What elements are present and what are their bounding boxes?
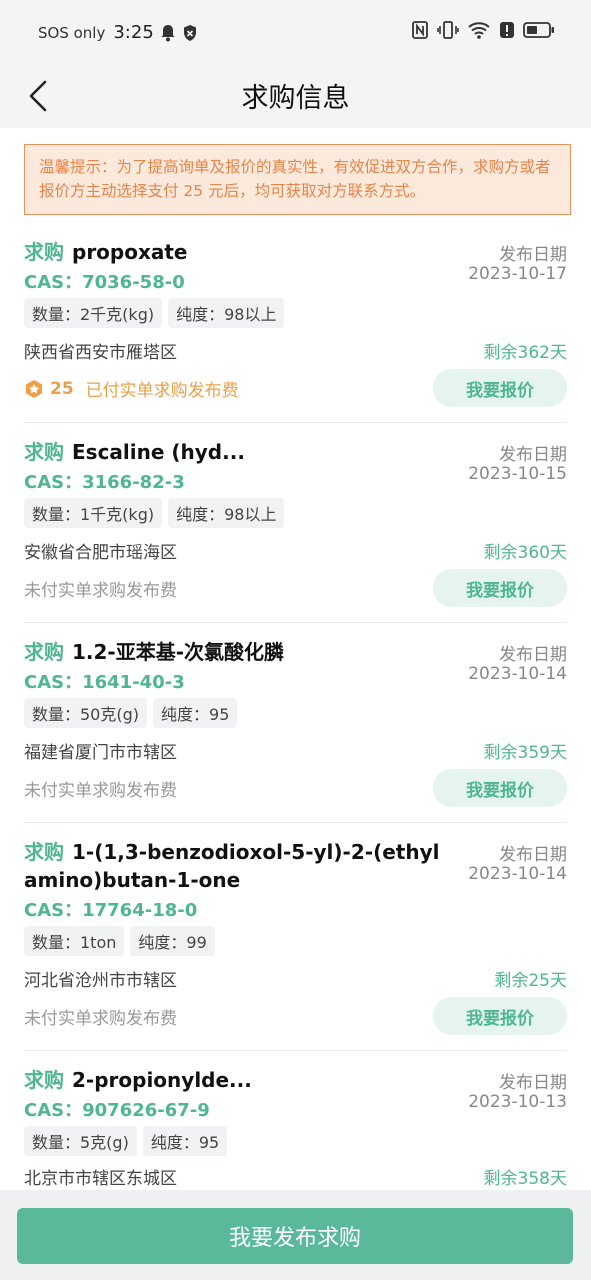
fee-status: 25 已付实单求购发布费 — [24, 376, 239, 401]
page-title: 求购信息 — [241, 83, 350, 114]
fee-status: 未付实单求购发布费 — [24, 1004, 177, 1029]
request-title: 求购 1.2-亚苯基-次氯酸化膦 — [24, 638, 444, 666]
purity-chip: 纯度：99 — [130, 926, 215, 956]
purity-chip: 纯度：98以上 — [168, 498, 285, 528]
request-card[interactable]: 求购 2-propionylde... 发布日期 2023-10-13 CAS：9… — [24, 1056, 567, 1190]
days-remaining: 剩余359天 — [483, 743, 567, 763]
request-card[interactable]: 求购 propoxate 发布日期 2023-10-17 CAS：7036-58-… — [24, 228, 567, 426]
request-tag: 求购 — [24, 240, 64, 264]
clock: 3:25 — [113, 22, 154, 43]
date-label: 发布日期 — [499, 645, 567, 665]
location: 安徽省合肥市瑶海区 — [24, 543, 177, 563]
date-label: 发布日期 — [499, 245, 567, 265]
quote-button[interactable]: 我要报价 — [433, 769, 567, 807]
alert-icon — [500, 22, 514, 38]
days-remaining: 剩余358天 — [483, 1169, 567, 1189]
shield-icon — [183, 24, 196, 41]
purity-chip: 纯度：95 — [142, 1126, 228, 1156]
publish-date: 2023-10-14 — [468, 864, 567, 884]
quantity-chip: 数量：2千克(kg) — [24, 298, 163, 328]
divider — [24, 622, 567, 623]
status-right — [411, 20, 555, 40]
request-tag: 求购 — [24, 440, 64, 464]
bell-icon — [161, 24, 175, 41]
request-card[interactable]: 求购 1.2-亚苯基-次氯酸化膦 发布日期 2023-10-14 CAS：1641… — [24, 628, 567, 826]
request-list: 求购 propoxate 发布日期 2023-10-17 CAS：7036-58-… — [0, 228, 591, 1190]
quantity-chip: 数量：5克(g) — [24, 1126, 137, 1156]
battery-icon — [523, 22, 554, 38]
product-name: Escaline (hyd... — [72, 440, 245, 464]
divider — [24, 422, 567, 423]
fee-text: 已付实单求购发布费 — [85, 381, 239, 401]
purity-chip: 纯度：98以上 — [168, 298, 285, 328]
request-tag: 求购 — [24, 1068, 64, 1092]
date-label: 发布日期 — [499, 1073, 567, 1093]
spec-chips: 数量：1ton 纯度：99 — [24, 926, 215, 956]
quote-button[interactable]: 我要报价 — [433, 997, 567, 1035]
quote-button[interactable]: 我要报价 — [433, 369, 567, 407]
nfc-icon — [412, 21, 428, 39]
publish-date: 2023-10-13 — [468, 1092, 567, 1112]
request-tag: 求购 — [24, 640, 64, 664]
divider — [24, 822, 567, 823]
product-name: 2-propionylde... — [72, 1068, 252, 1092]
publish-date: 2023-10-17 — [468, 264, 567, 284]
cas-number: CAS：7036-58-0 — [24, 272, 185, 293]
fee-status: 未付实单求购发布费 — [24, 576, 177, 601]
days-remaining: 剩余362天 — [483, 343, 567, 363]
publish-request-button[interactable]: 我要发布求购 — [17, 1208, 573, 1264]
quantity-chip: 数量：50克(g) — [24, 698, 148, 728]
location: 北京市市辖区东城区 — [24, 1169, 177, 1189]
request-title: 求购 1-(1,3-benzodioxol-5-yl)-2-(ethylamino… — [24, 838, 444, 894]
fee-amount: 25 — [50, 378, 74, 399]
request-tag: 求购 — [24, 840, 64, 864]
publish-date: 2023-10-14 — [468, 664, 567, 684]
purity-chip: 纯度：95 — [153, 698, 238, 728]
fee-status: 未付实单求购发布费 — [24, 776, 177, 801]
days-remaining: 剩余25天 — [494, 971, 567, 991]
request-title: 求购 2-propionylde... — [24, 1066, 444, 1094]
carrier-text: SOS only — [38, 23, 106, 42]
nav-bar: 求购信息 — [0, 64, 591, 128]
status-bar: SOS only 3:25 — [0, 0, 591, 64]
date-label: 发布日期 — [499, 845, 567, 865]
fee-text: 未付实单求购发布费 — [24, 581, 177, 601]
fee-text: 未付实单求购发布费 — [24, 1009, 177, 1029]
wifi-icon — [468, 22, 490, 39]
location: 陕西省西安市雁塔区 — [24, 343, 177, 363]
spec-chips: 数量：1千克(kg) 纯度：98以上 — [24, 498, 285, 528]
cas-number: CAS：907626-67-9 — [24, 1100, 210, 1121]
publish-date: 2023-10-15 — [468, 464, 567, 484]
cas-number: CAS：1641-40-3 — [24, 672, 185, 693]
product-name: propoxate — [72, 240, 188, 264]
request-title: 求购 Escaline (hyd... — [24, 438, 444, 466]
quantity-chip: 数量：1千克(kg) — [24, 498, 163, 528]
status-left: SOS only 3:25 — [38, 22, 198, 43]
request-card[interactable]: 求购 1-(1,3-benzodioxol-5-yl)-2-(ethylamino… — [24, 828, 567, 1054]
coin-badge-icon — [26, 379, 42, 398]
bottom-bar: 我要发布求购 — [0, 1190, 591, 1280]
quote-button[interactable]: 我要报价 — [433, 569, 567, 607]
fee-text: 未付实单求购发布费 — [24, 781, 177, 801]
spec-chips: 数量：2千克(kg) 纯度：98以上 — [24, 298, 285, 328]
location: 福建省厦门市市辖区 — [24, 743, 177, 763]
quantity-chip: 数量：1ton — [24, 926, 125, 956]
cas-number: CAS：17764-18-0 — [24, 900, 198, 921]
request-title: 求购 propoxate — [24, 238, 444, 266]
spec-chips: 数量：5克(g) 纯度：95 — [24, 1126, 228, 1156]
vibrate-icon — [437, 21, 459, 39]
product-name: 1-(1,3-benzodioxol-5-yl)-2-(ethylamino)b… — [24, 840, 440, 892]
days-remaining: 剩余360天 — [483, 543, 567, 563]
date-label: 发布日期 — [499, 445, 567, 465]
product-name: 1.2-亚苯基-次氯酸化膦 — [72, 640, 285, 664]
request-card[interactable]: 求购 Escaline (hyd... 发布日期 2023-10-15 CAS：3… — [24, 428, 567, 626]
cas-number: CAS：3166-82-3 — [24, 472, 185, 493]
notice-banner: 温馨提示：为了提高询单及报价的真实性，有效促进双方合作，求购方或者报价方主动选择… — [24, 144, 571, 215]
location: 河北省沧州市市辖区 — [24, 971, 177, 991]
spec-chips: 数量：50克(g) 纯度：95 — [24, 698, 238, 728]
divider — [24, 1050, 567, 1051]
